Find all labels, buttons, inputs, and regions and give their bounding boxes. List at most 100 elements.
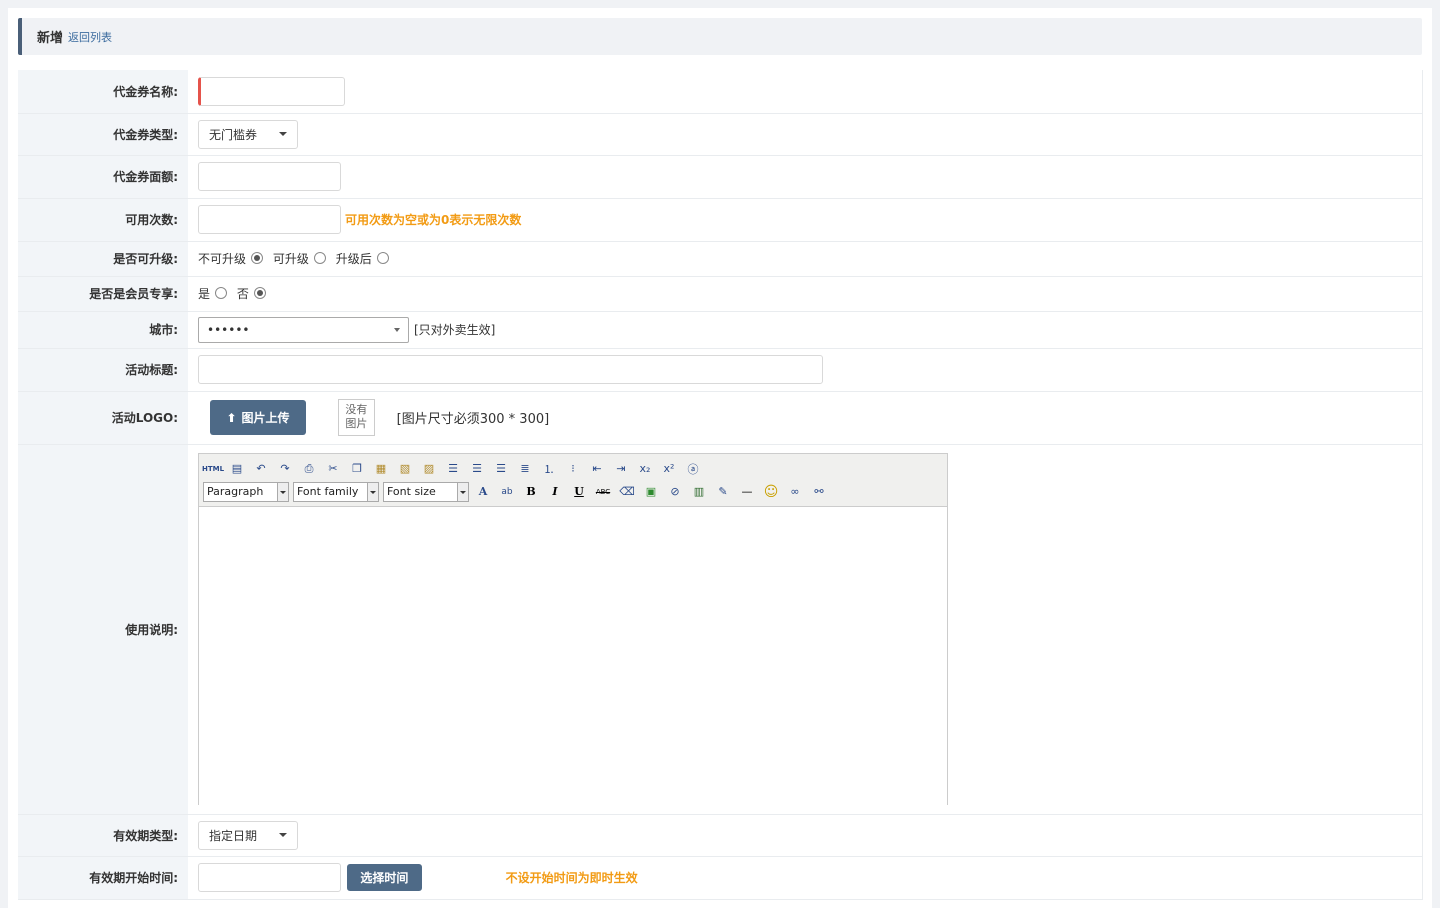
print-icon[interactable]: ⎙ <box>299 459 319 479</box>
highlight-icon[interactable]: ab <box>497 482 517 502</box>
redo-icon[interactable]: ↷ <box>275 459 295 479</box>
member-radio-yes[interactable] <box>215 287 228 299</box>
arrow-up-icon: ⬆ <box>226 410 237 425</box>
text-color-icon[interactable]: A <box>473 482 493 502</box>
horizontal-rule-icon[interactable]: — <box>737 482 757 502</box>
member-option-label: 是 <box>198 287 211 301</box>
edit-icon[interactable]: ✎ <box>713 482 733 502</box>
editor-content-area[interactable] <box>199 507 947 807</box>
activity-title-input[interactable] <box>198 355 823 384</box>
paragraph-select-value: Paragraph <box>207 485 264 498</box>
voucher-type-value: 无门槛券 <box>209 127 258 142</box>
superscript-icon[interactable]: x² <box>659 459 679 479</box>
back-to-list-link[interactable]: 返回列表 <box>68 29 112 45</box>
logo-preview: 没有 图片 <box>337 399 375 436</box>
align-left-icon[interactable]: ☰ <box>443 459 463 479</box>
subscript-icon[interactable]: x₂ <box>635 459 655 479</box>
city-value: •••••• <box>207 322 250 337</box>
insert-char-icon[interactable]: ⓐ <box>683 459 703 479</box>
unordered-list-icon[interactable]: ⁝ <box>563 459 583 479</box>
select-time-button[interactable]: 选择时间 <box>346 864 422 891</box>
upgrade-radio-yes[interactable] <box>313 252 326 264</box>
chevron-down-icon <box>279 132 287 136</box>
paste-icon[interactable]: ▦ <box>371 459 391 479</box>
html-source-icon[interactable]: HTML <box>202 459 224 479</box>
form-row-type: 代金券类型: 无门槛券 <box>18 113 1423 156</box>
page-header: 新增 返回列表 <box>18 18 1422 55</box>
validity-type-label: 有效期类型: <box>18 814 188 857</box>
page-container: 新增 返回列表 代金券名称: 代金券类型: 无门槛券 代金券面额: 可用次数: … <box>8 8 1432 908</box>
member-radio-no[interactable] <box>253 287 266 299</box>
chevron-down-icon <box>367 482 378 501</box>
city-select[interactable]: •••••• <box>198 316 409 343</box>
voucher-type-select[interactable]: 无门槛券 <box>198 119 298 149</box>
start-time-input[interactable] <box>198 863 341 892</box>
font-size-select[interactable]: Font size <box>383 481 469 502</box>
paste-word-icon[interactable]: ▨ <box>419 459 439 479</box>
paragraph-select[interactable]: Paragraph <box>203 481 289 502</box>
amount-label: 代金券面额: <box>18 155 188 199</box>
font-family-select-value: Font family <box>297 485 359 498</box>
logo-size-note: [图片尺寸必须300 * 300] <box>396 412 550 427</box>
no-image-text: 没有 <box>345 403 368 416</box>
emoticon-icon[interactable]: ☺ <box>761 482 781 502</box>
voucher-name-input[interactable] <box>198 76 345 106</box>
italic-icon[interactable]: I <box>545 482 565 502</box>
form-row-usage: 可用次数: 可用次数为空或为0表示无限次数 <box>18 198 1423 242</box>
eraser-icon[interactable]: ⌫ <box>617 482 637 502</box>
strikethrough-icon[interactable]: ABC <box>593 482 613 502</box>
upgrade-radio-no[interactable] <box>251 252 264 264</box>
align-right-icon[interactable]: ☰ <box>491 459 511 479</box>
underline-icon[interactable]: U <box>569 482 589 502</box>
form-row-logo: 活动LOGO: ⬆ 图片上传 没有 图片 [图片尺寸必须300 * 300] <box>18 391 1423 445</box>
form-row-city: 城市: •••••• [只对外卖生效] <box>18 311 1423 349</box>
indent-icon[interactable]: ⇥ <box>611 459 631 479</box>
align-center-icon[interactable]: ☰ <box>467 459 487 479</box>
voucher-amount-input[interactable] <box>198 162 341 191</box>
font-family-select[interactable]: Font family <box>293 481 379 502</box>
start-time-label: 有效期开始时间: <box>18 856 188 900</box>
align-justify-icon[interactable]: ≣ <box>515 459 535 479</box>
media-icon[interactable]: ▥ <box>689 482 709 502</box>
type-label: 代金券类型: <box>18 113 188 156</box>
image-upload-button[interactable]: ⬆ 图片上传 <box>210 400 306 435</box>
form-row-desc: 使用说明: HTML ▤ ↶ ↷ ⎙ ✂ ❐ ▦ ▧ ▨ ☰ ☰ ☰ ≣ ⒈ ⁝… <box>18 444 1423 815</box>
bold-icon[interactable]: B <box>521 482 541 502</box>
upgrade-option-label: 升级后 <box>335 252 372 266</box>
chevron-down-icon <box>394 327 400 332</box>
usage-count-input[interactable] <box>198 205 341 234</box>
chevron-down-icon <box>277 482 288 501</box>
link-icon[interactable]: ∞ <box>785 482 805 502</box>
chevron-down-icon <box>279 833 287 837</box>
member-label: 是否是会员专享: <box>18 276 188 312</box>
unlink-icon[interactable]: ⚯ <box>809 482 829 502</box>
logo-label: 活动LOGO: <box>18 391 188 445</box>
upgrade-option-label: 不可升级 <box>198 252 247 266</box>
city-note: [只对外卖生效] <box>414 323 496 337</box>
form-row-title: 活动标题: <box>18 348 1423 392</box>
upgrade-label: 是否可升级: <box>18 241 188 277</box>
new-document-icon[interactable]: ▤ <box>227 459 247 479</box>
start-time-hint: 不设开始时间为即时生效 <box>505 871 638 885</box>
cut-icon[interactable]: ✂ <box>323 459 343 479</box>
undo-icon[interactable]: ↶ <box>251 459 271 479</box>
copy-icon[interactable]: ❐ <box>347 459 367 479</box>
flash-icon[interactable]: ⊘ <box>665 482 685 502</box>
paste-text-icon[interactable]: ▧ <box>395 459 415 479</box>
member-option-label: 否 <box>236 287 249 301</box>
editor-toolbar: HTML ▤ ↶ ↷ ⎙ ✂ ❐ ▦ ▧ ▨ ☰ ☰ ☰ ≣ ⒈ ⁝ ⇤ ⇥ x… <box>199 454 947 507</box>
upgrade-option-label: 可升级 <box>272 252 309 266</box>
form-row-amount: 代金券面额: <box>18 155 1423 199</box>
validity-type-select[interactable]: 指定日期 <box>198 820 298 850</box>
rich-text-editor: HTML ▤ ↶ ↷ ⎙ ✂ ❐ ▦ ▧ ▨ ☰ ☰ ☰ ≣ ⒈ ⁝ ⇤ ⇥ x… <box>198 453 948 807</box>
validity-type-value: 指定日期 <box>209 828 258 843</box>
image-upload-label: 图片上传 <box>241 411 290 425</box>
upgrade-radio-after[interactable] <box>376 252 389 264</box>
ordered-list-icon[interactable]: ⒈ <box>539 459 559 479</box>
form-row-validity-type: 有效期类型: 指定日期 <box>18 814 1423 857</box>
image-icon[interactable]: ▣ <box>641 482 661 502</box>
voucher-form: 代金券名称: 代金券类型: 无门槛券 代金券面额: 可用次数: 可用次数为空或为… <box>18 70 1423 900</box>
city-label: 城市: <box>18 311 188 349</box>
form-row-upgrade: 是否可升级: 不可升级 可升级 升级后 <box>18 241 1423 277</box>
outdent-icon[interactable]: ⇤ <box>587 459 607 479</box>
